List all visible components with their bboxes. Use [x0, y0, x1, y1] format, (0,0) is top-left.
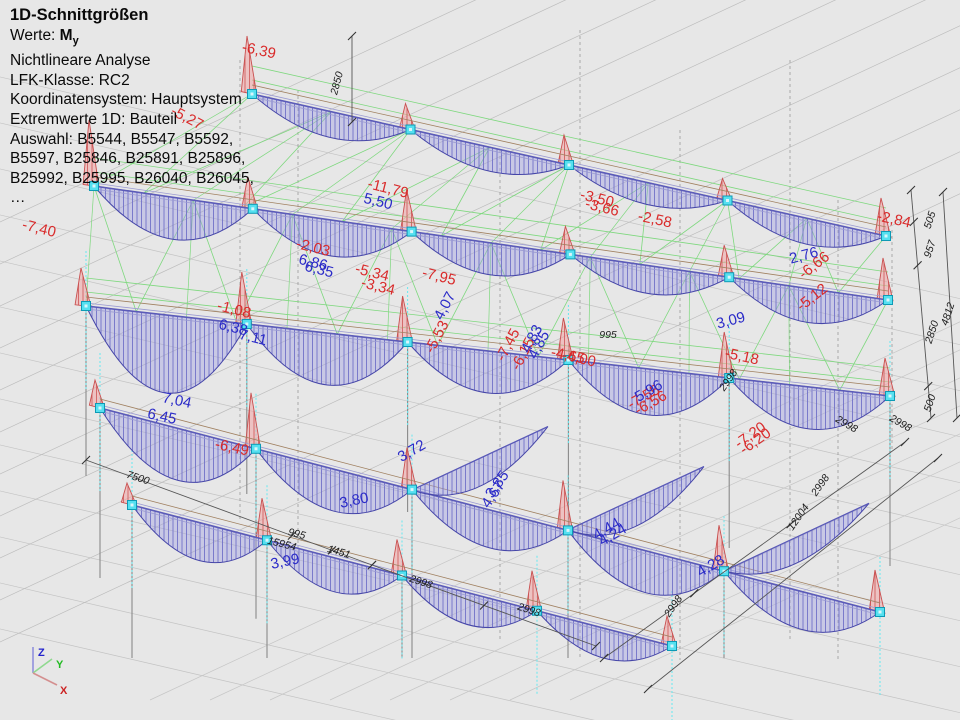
moment-value-label: -7,95 [420, 264, 457, 289]
selection-line-1: Auswahl: B5544, B5547, B5592, [10, 130, 320, 150]
dimension-value-label: 2998 [661, 593, 685, 620]
dimension-value-label: 7500 [125, 469, 151, 488]
moment-value-label: 6,35 [303, 258, 335, 282]
selection-ellipsis: … [10, 188, 320, 208]
axis-triad: Z Y X [33, 647, 68, 697]
dimension-value-label: 2998 [887, 412, 914, 435]
axis-z-label: Z [38, 647, 45, 659]
extremes-line: Extremwerte 1D: Bauteil [10, 110, 320, 130]
dimension-value-label: 500 [922, 393, 939, 414]
dimension-value-label: 995 [599, 329, 617, 341]
lfk-line: LFK-Klasse: RC2 [10, 71, 320, 91]
application-viewport: -6,39-5,27-7,40-11,79-3,50-3,66-2,58-2,8… [0, 0, 960, 720]
dimension-value-label: 12004 [785, 502, 812, 533]
analysis-line: Nichtlineare Analyse [10, 51, 320, 71]
selection-line-3: B25992, B25995, B26040, B26045, [10, 169, 320, 189]
moment-value-label: 4,07 [431, 289, 460, 323]
selection-line-2: B5597, B25846, B25891, B25896, [10, 149, 320, 169]
moment-value-label: -7,40 [20, 216, 57, 241]
dimension-value-label: 505 [922, 210, 939, 231]
moment-value-label: 3,09 [715, 309, 748, 333]
moment-value-label: -3,34 [359, 274, 396, 299]
dimension-value-label: 2850 [328, 70, 346, 97]
axis-y-label: Y [56, 659, 64, 671]
moment-value-label: -4,00 [560, 347, 597, 371]
moment-value-label: 3,72 [395, 436, 429, 465]
axis-x-label: X [60, 685, 68, 697]
results-info-panel: 1D-Schnittgrößen Werte: My Nichtlineare … [10, 6, 320, 208]
coordsys-line: Koordinatensystem: Hauptsystem [10, 90, 320, 110]
dimension-value-label: 4812 [939, 301, 958, 327]
dimension-value-label: 957 [922, 238, 939, 259]
moment-value-label: -3,66 [583, 195, 620, 220]
panel-title: 1D-Schnittgrößen [10, 6, 320, 26]
moment-value-label: -2,58 [636, 208, 673, 232]
values-line: Werte: My [10, 26, 320, 52]
